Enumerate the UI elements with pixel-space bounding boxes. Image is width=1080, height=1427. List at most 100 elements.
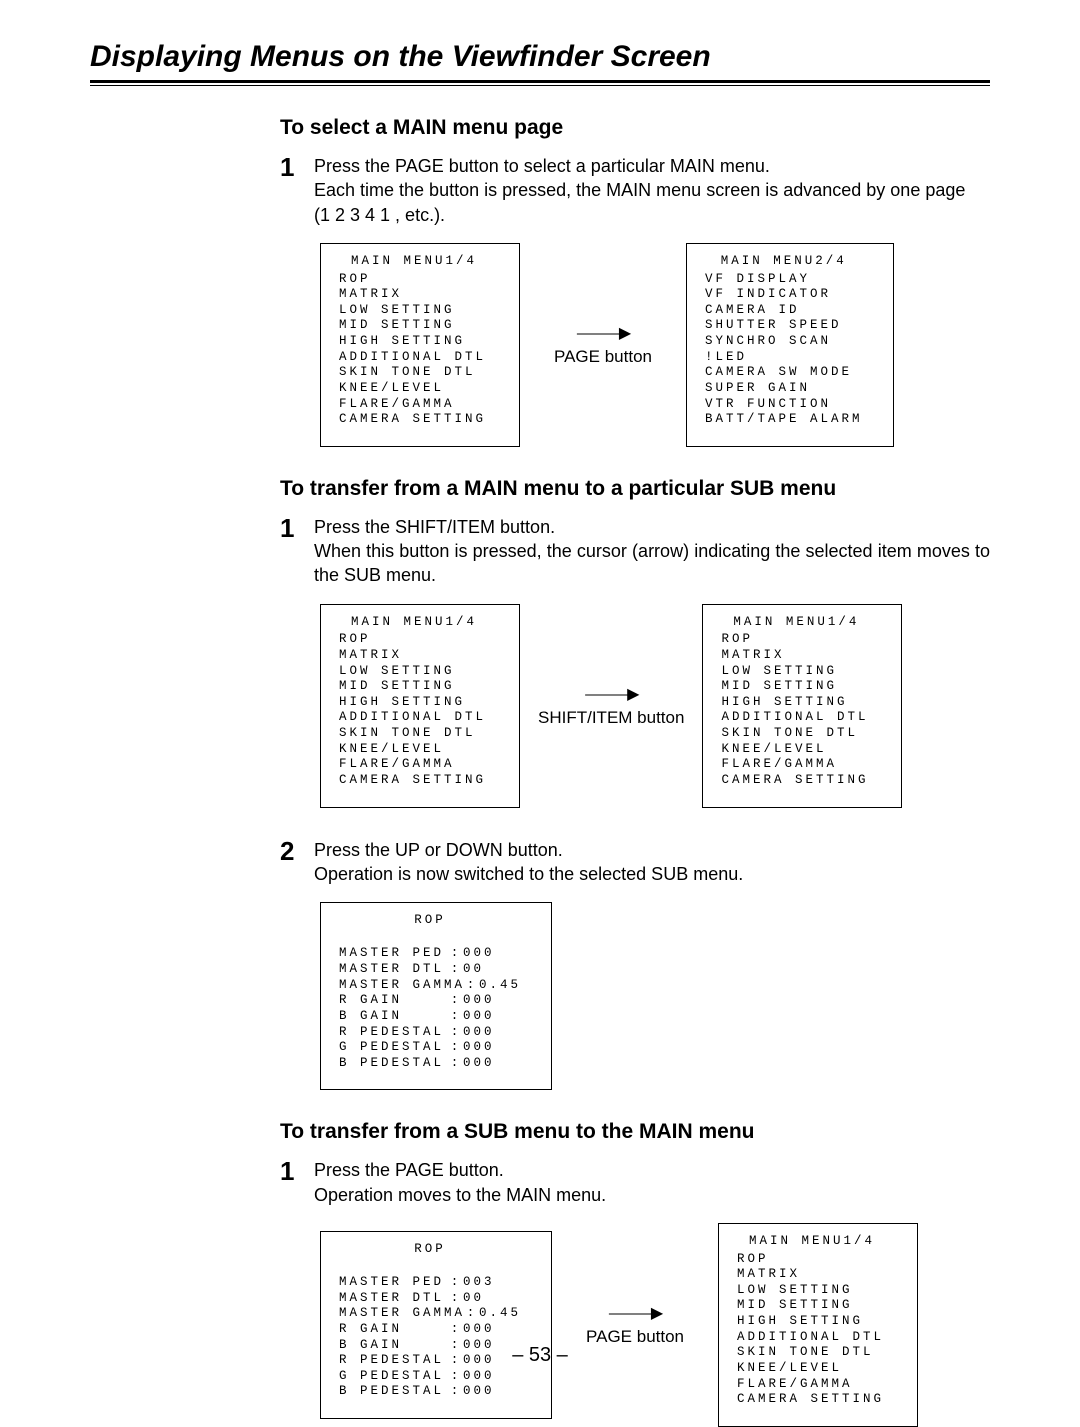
- menu-item: FLARE/GAMMA: [339, 397, 489, 413]
- arrow-col: ———▶ PAGE button: [538, 323, 668, 367]
- section2-step1: 1 Press the SHIFT/ITEM button. When this…: [280, 515, 990, 588]
- title-rule-thick: [90, 80, 990, 83]
- menu-item: HIGH SETTING: [721, 695, 871, 711]
- menu-box-main1b: MAIN MENU1/4 ROP MATRIX LOW SETTING MID …: [702, 604, 902, 808]
- menu-item: SKIN TONE DTL: [339, 365, 489, 381]
- section2-heading: To transfer from a MAIN menu to a partic…: [280, 477, 990, 501]
- sub-row: MASTER PED:000: [339, 946, 521, 962]
- menu-item: ADDITIONAL DTL: [339, 710, 489, 726]
- menu-item: SKIN TONE DTL: [721, 726, 871, 742]
- step-text: (1 2 3 4 1 , etc.).: [314, 203, 990, 227]
- menu-item: !LED: [705, 350, 863, 366]
- sub-row: B PEDESTAL:000: [339, 1056, 521, 1072]
- arrow-label: SHIFT/ITEM button: [538, 708, 684, 728]
- arrow-right-icon: ———▶: [609, 1303, 661, 1323]
- menu-item: LOW SETTING: [737, 1283, 887, 1299]
- step-text: Press the PAGE button to select a partic…: [314, 154, 990, 178]
- page: Displaying Menus on the Viewfinder Scree…: [0, 0, 1080, 1397]
- section1-step1: 1 Press the PAGE button to select a part…: [280, 154, 990, 227]
- menu-item: CAMERA ID: [705, 303, 863, 319]
- step-text: Operation is now switched to the selecte…: [314, 862, 990, 886]
- menu-item: SUPER GAIN: [705, 381, 863, 397]
- section2-sub-row: ROP MASTER PED:000 MASTER DTL:00 MASTER …: [320, 902, 990, 1090]
- menu-title: ROP: [339, 913, 521, 929]
- section1-menu-row: MAIN MENU1/4 ROP MATRIX LOW SETTING MID …: [320, 243, 990, 447]
- menu-item: SKIN TONE DTL: [339, 726, 489, 742]
- sub-row: MASTER DTL:00: [339, 1291, 521, 1307]
- menu-item: FLARE/GAMMA: [737, 1377, 887, 1393]
- menu-item: SYNCHRO SCAN: [705, 334, 863, 350]
- sub-row: MASTER GAMMA:0.45: [339, 1306, 521, 1322]
- menu-item: FLARE/GAMMA: [339, 757, 489, 773]
- step-body: Press the PAGE button. Operation moves t…: [314, 1158, 990, 1207]
- menu-item: CAMERA SETTING: [737, 1392, 887, 1408]
- menu-title: ROP: [339, 1242, 521, 1258]
- title-rule-thin: [90, 85, 990, 86]
- sub-row: R PEDESTAL:000: [339, 1025, 521, 1041]
- menu-item: ROP: [339, 272, 489, 288]
- arrow-col: ———▶ SHIFT/ITEM button: [538, 684, 684, 728]
- step-text: When this button is pressed, the cursor …: [314, 539, 990, 588]
- step-text: Press the SHIFT/ITEM button.: [314, 515, 990, 539]
- menu-item: CAMERA SETTING: [721, 773, 871, 789]
- menu-item: MID SETTING: [339, 679, 489, 695]
- section2-menu-row: MAIN MENU1/4 ROP MATRIX LOW SETTING MID …: [320, 604, 990, 808]
- sub-row: R GAIN:000: [339, 993, 521, 1009]
- menu-item: MID SETTING: [339, 318, 489, 334]
- menu-item: LOW SETTING: [339, 664, 489, 680]
- menu-box-main1: MAIN MENU1/4 ROP MATRIX LOW SETTING MID …: [320, 243, 520, 447]
- sub-row: B PEDESTAL:000: [339, 1384, 521, 1400]
- sub-row: MASTER GAMMA:0.45: [339, 978, 521, 994]
- menu-title: MAIN MENU1/4: [721, 615, 871, 631]
- sub-row: MASTER PED:003: [339, 1275, 521, 1291]
- menu-item: BATT/TAPE ALARM: [705, 412, 863, 428]
- section2-step2: 2 Press the UP or DOWN button. Operation…: [280, 838, 990, 887]
- menu-item: ADDITIONAL DTL: [721, 710, 871, 726]
- menu-item: CAMERA SETTING: [339, 412, 489, 428]
- sub-row: B GAIN:000: [339, 1009, 521, 1025]
- sub-row: MASTER DTL:00: [339, 962, 521, 978]
- menu-item: ADDITIONAL DTL: [339, 350, 489, 366]
- step-number: 1: [280, 515, 300, 541]
- step-text: Operation moves to the MAIN menu.: [314, 1183, 990, 1207]
- menu-box-rop: ROP MASTER PED:000 MASTER DTL:00 MASTER …: [320, 902, 552, 1090]
- menu-item: KNEE/LEVEL: [721, 742, 871, 758]
- content: To select a MAIN menu page 1 Press the P…: [280, 116, 990, 1427]
- menu-item: MATRIX: [737, 1267, 887, 1283]
- menu-item: LOW SETTING: [339, 303, 489, 319]
- menu-box-main2: MAIN MENU2/4 VF DISPLAY VF INDICATOR CAM…: [686, 243, 894, 447]
- menu-item: SHUTTER SPEED: [705, 318, 863, 334]
- arrow-label: PAGE button: [554, 347, 652, 367]
- menu-item: KNEE/LEVEL: [339, 742, 489, 758]
- menu-item: VTR FUNCTION: [705, 397, 863, 413]
- step-number: 1: [280, 1158, 300, 1184]
- step-number: 1: [280, 154, 300, 180]
- page-title: Displaying Menus on the Viewfinder Scree…: [90, 40, 990, 74]
- menu-item: MATRIX: [339, 648, 489, 664]
- page-number: – 53 –: [0, 1344, 1080, 1367]
- menu-box-main1: MAIN MENU1/4 ROP MATRIX LOW SETTING MID …: [320, 604, 520, 808]
- step-body: Press the UP or DOWN button. Operation i…: [314, 838, 990, 887]
- menu-item: CAMERA SW MODE: [705, 365, 863, 381]
- menu-item: CAMERA SETTING: [339, 773, 489, 789]
- menu-item: ROP: [339, 632, 489, 648]
- menu-item: VF INDICATOR: [705, 287, 863, 303]
- menu-item: HIGH SETTING: [339, 334, 489, 350]
- menu-item: MATRIX: [339, 287, 489, 303]
- sub-row: R GAIN:000: [339, 1322, 521, 1338]
- menu-item: LOW SETTING: [721, 664, 871, 680]
- arrow-right-icon: ———▶: [577, 323, 629, 343]
- menu-item: VF DISPLAY: [705, 272, 863, 288]
- menu-item: FLARE/GAMMA: [721, 757, 871, 773]
- step-text: Each time the button is pressed, the MAI…: [314, 178, 990, 202]
- step-body: Press the PAGE button to select a partic…: [314, 154, 990, 227]
- menu-item: ROP: [737, 1252, 887, 1268]
- menu-item: HIGH SETTING: [339, 695, 489, 711]
- arrow-col: ———▶ PAGE button: [570, 1303, 700, 1347]
- step-number: 2: [280, 838, 300, 864]
- menu-box-main1c: MAIN MENU1/4 ROP MATRIX LOW SETTING MID …: [718, 1223, 918, 1427]
- step-text: Press the UP or DOWN button.: [314, 838, 990, 862]
- menu-title: MAIN MENU1/4: [339, 254, 489, 270]
- menu-box-rop2: ROP MASTER PED:003 MASTER DTL:00 MASTER …: [320, 1231, 552, 1419]
- menu-title: MAIN MENU1/4: [339, 615, 489, 631]
